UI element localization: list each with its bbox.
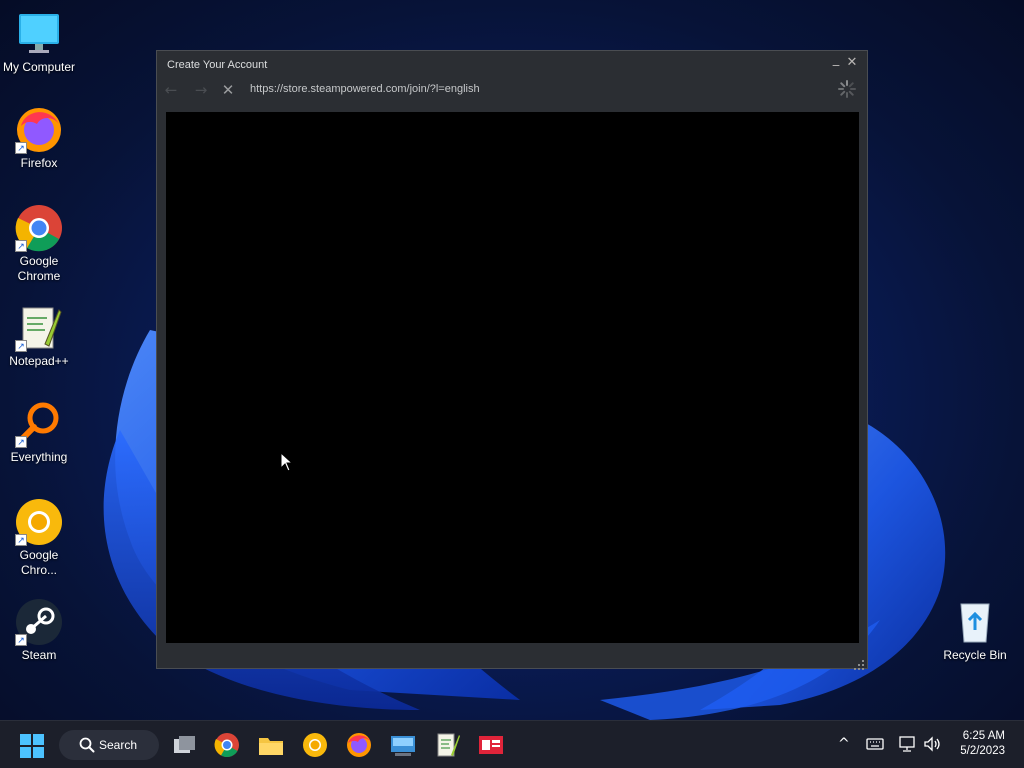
notepadpp-icon[interactable] <box>433 731 461 759</box>
desktop-icon-everything[interactable]: ↗ Everything <box>0 400 78 465</box>
network-icon[interactable] <box>898 736 916 756</box>
firefox-icon: ↗ <box>15 106 63 154</box>
keyboard-icon[interactable] <box>866 737 884 755</box>
desktop-icon-label: Google Chro... <box>19 548 59 577</box>
create-account-window[interactable]: Create Your Account _ ✕ ← → ✕ https://st… <box>156 50 868 670</box>
taskbar: Search ^ 6:25 AM 5/2/2023 <box>0 720 1024 768</box>
desktop-icon-label: Everything <box>10 450 68 464</box>
minimize-button[interactable]: _ <box>829 53 843 67</box>
everything-search-icon: ↗ <box>15 400 63 448</box>
desktop-icon-label: Recycle Bin <box>943 648 1007 662</box>
url-text: https://store.steampowered.com/join/?l=e… <box>250 83 480 95</box>
desktop-icon-my-computer[interactable]: My Computer <box>0 10 78 75</box>
steam-icon: ↗ <box>15 598 63 646</box>
task-view-icon[interactable] <box>170 731 198 759</box>
desktop-icon-firefox[interactable]: ↗ Firefox <box>0 106 78 171</box>
desktop-icon-recycle-bin[interactable]: Recycle Bin <box>936 598 1014 663</box>
window-title: Create Your Account <box>167 59 268 71</box>
chrome-icon[interactable] <box>213 731 241 759</box>
recycle-bin-icon <box>951 598 999 646</box>
file-explorer-icon[interactable] <box>257 731 285 759</box>
shortcut-arrow-icon: ↗ <box>15 142 27 154</box>
desktop-icon-label: Firefox <box>20 156 58 170</box>
keyboard-app-icon[interactable] <box>389 731 417 759</box>
chrome-canary-icon[interactable] <box>301 731 329 759</box>
monitor-icon <box>15 10 63 58</box>
desktop-icon-notepadpp[interactable]: ↗ Notepad++ <box>0 304 78 369</box>
volume-icon[interactable] <box>923 736 941 756</box>
firefox-icon[interactable] <box>345 731 373 759</box>
shortcut-arrow-icon: ↗ <box>15 240 27 252</box>
taskbar-clock[interactable]: 6:25 AM 5/2/2023 <box>960 729 1005 759</box>
clock-time: 6:25 AM <box>962 730 1005 742</box>
shortcut-arrow-icon: ↗ <box>15 340 27 352</box>
desktop-icon-label: Steam <box>21 648 57 662</box>
windows-logo-icon <box>20 734 44 758</box>
resize-grip-icon[interactable] <box>854 655 864 670</box>
notepadpp-icon: ↗ <box>15 304 63 352</box>
taskbar-search-button[interactable]: Search <box>59 730 159 760</box>
shortcut-arrow-icon: ↗ <box>15 436 27 448</box>
desktop-icon-label: Notepad++ <box>9 354 69 368</box>
search-label: Search <box>99 738 138 752</box>
start-button[interactable] <box>19 733 45 759</box>
desktop-icon-label: Google Chrome <box>17 254 61 283</box>
mouse-cursor-icon <box>280 451 294 476</box>
desktop-icon-google-chrome-canary[interactable]: ↗ Google Chro... <box>0 498 78 578</box>
shortcut-arrow-icon: ↗ <box>15 634 27 646</box>
search-icon <box>79 737 95 753</box>
close-button[interactable]: ✕ <box>845 56 859 70</box>
back-button[interactable]: ← <box>163 81 179 99</box>
shortcut-arrow-icon: ↗ <box>15 534 27 546</box>
web-content-area[interactable] <box>166 112 859 643</box>
tray-chevron-icon[interactable]: ^ <box>838 736 850 752</box>
forward-button[interactable]: → <box>193 81 209 99</box>
stop-button[interactable]: ✕ <box>220 81 236 99</box>
desktop-icon-steam[interactable]: ↗ Steam <box>0 598 78 663</box>
desktop-icon-label: My Computer <box>2 60 76 74</box>
news-app-icon[interactable] <box>477 731 505 759</box>
clock-date: 5/2/2023 <box>960 745 1005 757</box>
loading-spinner-icon <box>837 79 857 99</box>
chrome-icon: ↗ <box>15 204 63 252</box>
chrome-canary-icon: ↗ <box>15 498 63 546</box>
desktop-icon-google-chrome[interactable]: ↗ Google Chrome <box>0 204 78 284</box>
